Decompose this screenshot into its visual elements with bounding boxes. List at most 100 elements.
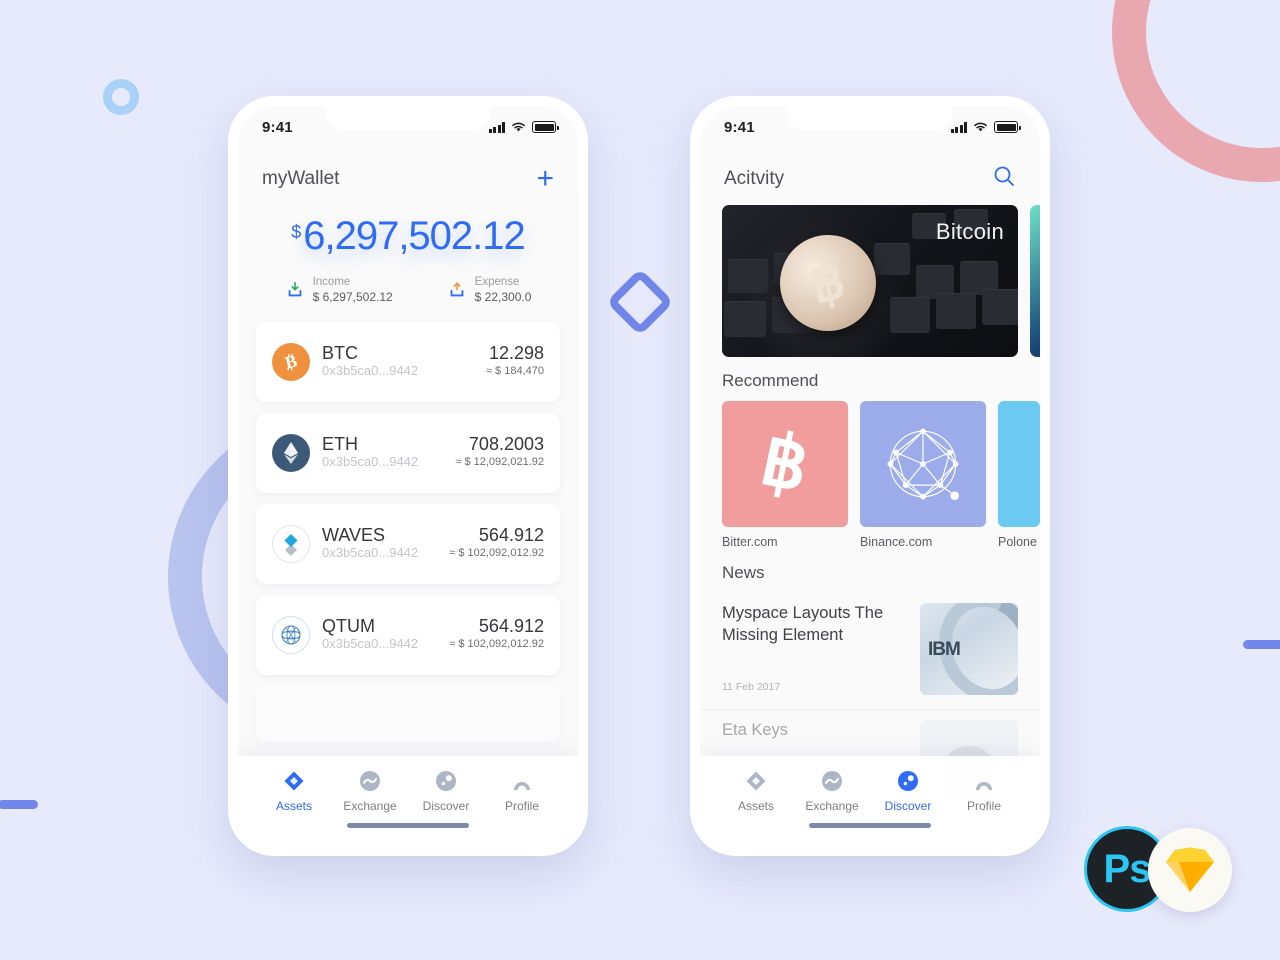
coin-info: WAVES 0x3b5ca0...9442 [322,525,449,563]
discover-icon [897,770,919,792]
waves-icon [272,524,310,563]
exchange-icon [359,770,381,792]
table-row[interactable]: QTUM 0x3b5ca0...9442 564.912 ≈ $ 102,092… [256,594,560,675]
summary-expense-value: $ 22,300.0 [474,289,532,304]
btc-icon: B [272,342,310,381]
currency-symbol: $ [291,222,302,242]
coin-values: 564.912 ≈ $ 102,092,012.92 [449,616,544,652]
tab-label: Profile [504,799,539,813]
ibm-logo-icon: IBM [928,639,961,660]
coin-values: 708.2003 ≈ $ 12,092,021.92 [455,434,544,470]
coin-values: 564.912 ≈ $ 102,092,012.92 [449,525,544,561]
page-title: Acitvity [724,167,785,189]
polygon-network-icon [860,401,986,527]
coin-amount: 564.912 [478,525,544,546]
tab-exchange[interactable]: Exchange [794,770,870,813]
canvas: 9:41 myWallet + $ 6,297,502.12 Income $ … [0,0,1280,960]
assets-icon [283,770,305,792]
tab-profile[interactable]: Profile [946,770,1022,813]
coin-address: 0x3b5ca0...9442 [322,545,419,561]
coin-usd-value: ≈ $ 12,092,021.92 [455,456,544,469]
tab-assets[interactable]: Assets [256,770,332,813]
summary-income-label: Income [312,276,351,288]
coin-address: 0x3b5ca0...9442 [322,454,419,470]
phone-wallet: 9:41 myWallet + $ 6,297,502.12 Income $ … [228,96,588,856]
summary-income: Income $ 6,297,502.12 [285,275,393,306]
tab-discover[interactable]: Discover [870,770,946,813]
wallet-header: myWallet + [238,148,578,200]
list-item[interactable]: Polone [998,401,1040,549]
decor-bar-right [1243,640,1280,649]
table-row[interactable]: WAVES 0x3b5ca0...9442 564.912 ≈ $ 102,09… [256,503,560,584]
wifi-icon [974,122,987,132]
news-headline: Eta Keys [722,721,789,739]
profile-icon [973,770,995,792]
banner-bitcoin[interactable]: ฿ Bitcoin [722,205,1018,357]
home-indicator[interactable] [347,823,469,828]
eth-icon [272,433,310,472]
summary-expense: Expense $ 22,300.0 [447,275,532,306]
balance-block: $ 6,297,502.12 [238,200,578,265]
asset-list: B BTC 0x3b5ca0...9442 12.298 ≈ $ 184,470 [238,321,578,742]
coin-name: BTC [322,342,358,363]
screen-wallet: 9:41 myWallet + $ 6,297,502.12 Income $ … [238,106,578,846]
coin-usd-value: ≈ $ 102,092,012.92 [449,638,544,651]
banner-next[interactable] [1030,205,1040,357]
search-icon[interactable] [992,164,1016,193]
tab-list: Assets Exchange Discover Profile [700,756,1040,813]
summary-expense-text: Expense $ 22,300.0 [475,275,532,306]
status-time: 9:41 [262,118,293,136]
news-headline: Myspace Layouts The Missing Element [722,604,884,644]
list-item[interactable]: Binance.com [860,401,986,549]
table-row[interactable]: B BTC 0x3b5ca0...9442 12.298 ≈ $ 184,470 [256,321,560,402]
tab-exchange[interactable]: Exchange [332,770,408,813]
coin-amount: 12.298 [488,343,544,364]
tab-label: Assets [275,799,312,813]
coin-name: WAVES [322,524,386,545]
recommend-name: Binance.com [860,535,933,549]
news-title: News [722,563,765,582]
exchange-icon [821,770,843,792]
add-wallet-button[interactable]: + [536,164,554,194]
coin-address: 0x3b5ca0...9442 [322,636,419,652]
profile-icon [511,770,533,792]
table-row[interactable]: ETH 0x3b5ca0...9442 708.2003 ≈ $ 12,092,… [256,412,560,493]
sketch-diamond-icon [1166,847,1214,892]
decor-bar-left [0,800,38,809]
banner-carousel[interactable]: ฿ Bitcoin [700,199,1040,357]
coin-usd-value: ≈ $ 102,092,012.92 [449,547,544,560]
bitcoin-b-icon: ฿ [722,401,848,527]
news-text: Eta Keys [722,720,904,742]
tab-label: Exchange [805,799,859,813]
table-row-partial[interactable] [256,685,560,742]
coin-info: BTC 0x3b5ca0...9442 [322,343,486,381]
battery-icon [532,121,559,133]
discover-icon [435,770,457,792]
tab-label: Exchange [343,799,397,813]
expense-icon [450,282,464,297]
coin-values: 12.298 ≈ $ 184,470 [486,343,544,379]
phone-activity: 9:41 Acitvity ฿ Bitcoin Recommend ฿ Bitt… [690,96,1050,856]
screen-activity: 9:41 Acitvity ฿ Bitcoin Recommend ฿ Bitt… [700,106,1040,846]
news-text: Myspace Layouts The Missing Element 11 F… [722,603,904,693]
recommend-list[interactable]: ฿ Bitter.com Binance.com Polone [700,401,1040,549]
decor-small-ring [103,79,139,115]
tab-assets[interactable]: Assets [718,770,794,813]
home-indicator[interactable] [809,823,931,828]
list-item[interactable]: ฿ Bitter.com [722,401,848,549]
tab-discover[interactable]: Discover [408,770,484,813]
tab-profile[interactable]: Profile [484,770,560,813]
coin-usd-value: ≈ $ 184,470 [485,365,544,378]
tab-label: Profile [966,799,1001,813]
balance-row: $ 6,297,502.12 [291,214,526,259]
coin-amount: 708.2003 [468,434,544,455]
coin-info: ETH 0x3b5ca0...9442 [322,434,455,472]
assets-icon [745,770,767,792]
bottom-tab-bar: Assets Exchange Discover Profile [238,756,578,846]
battery-icon [994,121,1021,133]
summary-income-text: Income $ 6,297,502.12 [313,275,393,306]
coin-info: QTUM 0x3b5ca0...9442 [322,616,449,654]
list-item[interactable]: Myspace Layouts The Missing Element 11 F… [700,593,1040,710]
recommend-name: Bitter.com [722,535,778,549]
signal-icon [950,121,967,133]
